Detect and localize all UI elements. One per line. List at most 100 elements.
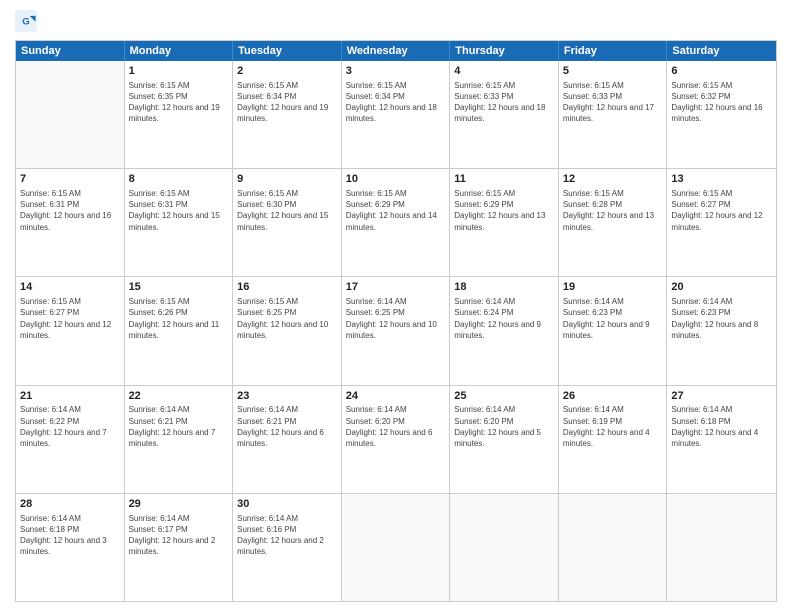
calendar-header: SundayMondayTuesdayWednesdayThursdayFrid… <box>16 41 776 61</box>
day-number: 1 <box>129 64 229 79</box>
calendar-cell: 16Sunrise: 6:15 AM Sunset: 6:25 PM Dayli… <box>233 277 342 384</box>
calendar-cell: 8Sunrise: 6:15 AM Sunset: 6:31 PM Daylig… <box>125 169 234 276</box>
day-number: 29 <box>129 497 229 512</box>
day-number: 3 <box>346 64 446 79</box>
calendar-week-row: 28Sunrise: 6:14 AM Sunset: 6:18 PM Dayli… <box>16 493 776 601</box>
logo-icon: G <box>15 10 37 32</box>
day-number: 12 <box>563 172 663 187</box>
calendar-cell: 14Sunrise: 6:15 AM Sunset: 6:27 PM Dayli… <box>16 277 125 384</box>
day-number: 11 <box>454 172 554 187</box>
cell-info: Sunrise: 6:15 AM Sunset: 6:33 PM Dayligh… <box>563 80 663 125</box>
day-number: 13 <box>671 172 772 187</box>
cell-info: Sunrise: 6:15 AM Sunset: 6:25 PM Dayligh… <box>237 296 337 341</box>
cell-info: Sunrise: 6:14 AM Sunset: 6:23 PM Dayligh… <box>671 296 772 341</box>
cell-info: Sunrise: 6:15 AM Sunset: 6:29 PM Dayligh… <box>454 188 554 233</box>
cell-info: Sunrise: 6:15 AM Sunset: 6:35 PM Dayligh… <box>129 80 229 125</box>
calendar-cell: 30Sunrise: 6:14 AM Sunset: 6:16 PM Dayli… <box>233 494 342 601</box>
calendar-cell: 25Sunrise: 6:14 AM Sunset: 6:20 PM Dayli… <box>450 386 559 493</box>
day-number: 19 <box>563 280 663 295</box>
day-number: 8 <box>129 172 229 187</box>
calendar-cell <box>450 494 559 601</box>
cell-info: Sunrise: 6:15 AM Sunset: 6:33 PM Dayligh… <box>454 80 554 125</box>
cell-info: Sunrise: 6:15 AM Sunset: 6:34 PM Dayligh… <box>237 80 337 125</box>
cell-info: Sunrise: 6:15 AM Sunset: 6:29 PM Dayligh… <box>346 188 446 233</box>
cell-info: Sunrise: 6:15 AM Sunset: 6:28 PM Dayligh… <box>563 188 663 233</box>
day-number: 17 <box>346 280 446 295</box>
calendar-cell: 7Sunrise: 6:15 AM Sunset: 6:31 PM Daylig… <box>16 169 125 276</box>
calendar-cell: 18Sunrise: 6:14 AM Sunset: 6:24 PM Dayli… <box>450 277 559 384</box>
calendar-cell <box>16 61 125 168</box>
calendar-cell: 6Sunrise: 6:15 AM Sunset: 6:32 PM Daylig… <box>667 61 776 168</box>
calendar-cell: 26Sunrise: 6:14 AM Sunset: 6:19 PM Dayli… <box>559 386 668 493</box>
cell-info: Sunrise: 6:15 AM Sunset: 6:30 PM Dayligh… <box>237 188 337 233</box>
cell-info: Sunrise: 6:14 AM Sunset: 6:24 PM Dayligh… <box>454 296 554 341</box>
calendar-body: 1Sunrise: 6:15 AM Sunset: 6:35 PM Daylig… <box>16 61 776 601</box>
calendar-cell: 10Sunrise: 6:15 AM Sunset: 6:29 PM Dayli… <box>342 169 451 276</box>
calendar-week-row: 14Sunrise: 6:15 AM Sunset: 6:27 PM Dayli… <box>16 276 776 384</box>
day-number: 20 <box>671 280 772 295</box>
calendar-header-cell: Monday <box>125 41 234 61</box>
day-number: 27 <box>671 389 772 404</box>
cell-info: Sunrise: 6:14 AM Sunset: 6:19 PM Dayligh… <box>563 404 663 449</box>
logo: G <box>15 10 41 32</box>
cell-info: Sunrise: 6:15 AM Sunset: 6:32 PM Dayligh… <box>671 80 772 125</box>
cell-info: Sunrise: 6:15 AM Sunset: 6:31 PM Dayligh… <box>20 188 120 233</box>
cell-info: Sunrise: 6:14 AM Sunset: 6:21 PM Dayligh… <box>237 404 337 449</box>
day-number: 30 <box>237 497 337 512</box>
cell-info: Sunrise: 6:15 AM Sunset: 6:31 PM Dayligh… <box>129 188 229 233</box>
calendar-cell: 24Sunrise: 6:14 AM Sunset: 6:20 PM Dayli… <box>342 386 451 493</box>
day-number: 5 <box>563 64 663 79</box>
cell-info: Sunrise: 6:14 AM Sunset: 6:22 PM Dayligh… <box>20 404 120 449</box>
day-number: 14 <box>20 280 120 295</box>
calendar-cell <box>559 494 668 601</box>
calendar-cell: 19Sunrise: 6:14 AM Sunset: 6:23 PM Dayli… <box>559 277 668 384</box>
calendar-week-row: 21Sunrise: 6:14 AM Sunset: 6:22 PM Dayli… <box>16 385 776 493</box>
cell-info: Sunrise: 6:14 AM Sunset: 6:23 PM Dayligh… <box>563 296 663 341</box>
day-number: 26 <box>563 389 663 404</box>
day-number: 18 <box>454 280 554 295</box>
day-number: 10 <box>346 172 446 187</box>
calendar-header-cell: Saturday <box>667 41 776 61</box>
calendar-cell: 4Sunrise: 6:15 AM Sunset: 6:33 PM Daylig… <box>450 61 559 168</box>
calendar-cell: 27Sunrise: 6:14 AM Sunset: 6:18 PM Dayli… <box>667 386 776 493</box>
calendar-header-cell: Sunday <box>16 41 125 61</box>
calendar-week-row: 1Sunrise: 6:15 AM Sunset: 6:35 PM Daylig… <box>16 61 776 168</box>
calendar-week-row: 7Sunrise: 6:15 AM Sunset: 6:31 PM Daylig… <box>16 168 776 276</box>
calendar-cell: 21Sunrise: 6:14 AM Sunset: 6:22 PM Dayli… <box>16 386 125 493</box>
calendar-header-cell: Tuesday <box>233 41 342 61</box>
header: G <box>15 10 777 32</box>
day-number: 9 <box>237 172 337 187</box>
calendar-cell: 9Sunrise: 6:15 AM Sunset: 6:30 PM Daylig… <box>233 169 342 276</box>
day-number: 23 <box>237 389 337 404</box>
cell-info: Sunrise: 6:15 AM Sunset: 6:27 PM Dayligh… <box>671 188 772 233</box>
cell-info: Sunrise: 6:14 AM Sunset: 6:20 PM Dayligh… <box>346 404 446 449</box>
calendar-cell: 17Sunrise: 6:14 AM Sunset: 6:25 PM Dayli… <box>342 277 451 384</box>
cell-info: Sunrise: 6:14 AM Sunset: 6:20 PM Dayligh… <box>454 404 554 449</box>
cell-info: Sunrise: 6:15 AM Sunset: 6:34 PM Dayligh… <box>346 80 446 125</box>
calendar-cell: 28Sunrise: 6:14 AM Sunset: 6:18 PM Dayli… <box>16 494 125 601</box>
calendar-cell: 20Sunrise: 6:14 AM Sunset: 6:23 PM Dayli… <box>667 277 776 384</box>
day-number: 28 <box>20 497 120 512</box>
day-number: 4 <box>454 64 554 79</box>
calendar-cell: 11Sunrise: 6:15 AM Sunset: 6:29 PM Dayli… <box>450 169 559 276</box>
calendar-cell: 2Sunrise: 6:15 AM Sunset: 6:34 PM Daylig… <box>233 61 342 168</box>
calendar-header-cell: Friday <box>559 41 668 61</box>
cell-info: Sunrise: 6:15 AM Sunset: 6:26 PM Dayligh… <box>129 296 229 341</box>
calendar-cell: 1Sunrise: 6:15 AM Sunset: 6:35 PM Daylig… <box>125 61 234 168</box>
svg-text:G: G <box>22 17 29 28</box>
calendar: SundayMondayTuesdayWednesdayThursdayFrid… <box>15 40 777 602</box>
day-number: 6 <box>671 64 772 79</box>
cell-info: Sunrise: 6:14 AM Sunset: 6:25 PM Dayligh… <box>346 296 446 341</box>
page: G SundayMondayTuesdayWednesdayThursdayFr… <box>0 0 792 612</box>
cell-info: Sunrise: 6:14 AM Sunset: 6:16 PM Dayligh… <box>237 513 337 558</box>
calendar-cell <box>342 494 451 601</box>
day-number: 16 <box>237 280 337 295</box>
calendar-cell: 23Sunrise: 6:14 AM Sunset: 6:21 PM Dayli… <box>233 386 342 493</box>
calendar-header-cell: Wednesday <box>342 41 451 61</box>
cell-info: Sunrise: 6:14 AM Sunset: 6:21 PM Dayligh… <box>129 404 229 449</box>
calendar-cell: 22Sunrise: 6:14 AM Sunset: 6:21 PM Dayli… <box>125 386 234 493</box>
calendar-cell: 29Sunrise: 6:14 AM Sunset: 6:17 PM Dayli… <box>125 494 234 601</box>
calendar-cell: 5Sunrise: 6:15 AM Sunset: 6:33 PM Daylig… <box>559 61 668 168</box>
day-number: 24 <box>346 389 446 404</box>
cell-info: Sunrise: 6:14 AM Sunset: 6:18 PM Dayligh… <box>671 404 772 449</box>
